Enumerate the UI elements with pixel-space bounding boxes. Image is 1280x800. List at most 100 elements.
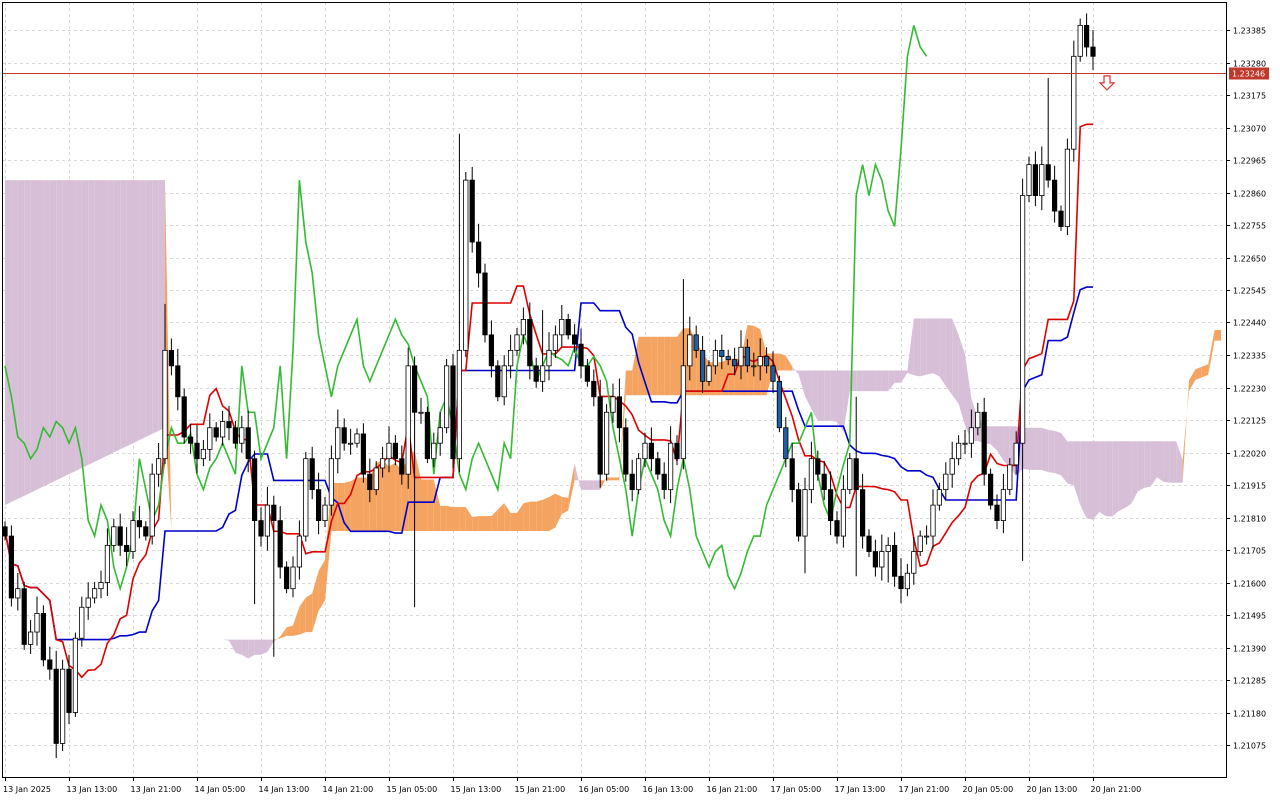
candle[interactable]	[623, 418, 629, 482]
candle-body	[924, 535, 930, 538]
candle-body	[258, 520, 264, 537]
candle[interactable]	[847, 453, 853, 495]
candle-body	[687, 334, 693, 367]
candle-body	[98, 582, 104, 590]
candle-body	[322, 504, 328, 521]
candle-body	[616, 396, 623, 429]
candle-body	[527, 319, 533, 367]
candle[interactable]	[776, 375, 783, 433]
candle-body	[911, 551, 917, 574]
candle-body	[181, 396, 187, 438]
x-tick-label: 15 Jan 13:00	[451, 785, 502, 794]
kumo-bear-segment	[926, 318, 933, 375]
kumo-bear-segment	[593, 480, 601, 490]
candle-body	[1032, 164, 1038, 196]
candle-body	[277, 520, 283, 568]
candle[interactable]	[469, 166, 475, 253]
candle-body	[79, 606, 85, 639]
candle[interactable]	[463, 172, 469, 357]
candle-body	[981, 411, 987, 475]
candle-body	[2, 526, 8, 537]
kumo-bear-segment	[837, 370, 844, 432]
candle-body	[15, 588, 21, 599]
candle[interactable]	[1071, 40, 1077, 162]
candle[interactable]	[988, 468, 994, 510]
candle-body	[149, 473, 155, 537]
kumo-bear-segment	[581, 480, 588, 490]
candle[interactable]	[21, 581, 27, 650]
x-tick-label: 17 Jan 21:00	[899, 785, 950, 794]
candle-body	[680, 365, 687, 460]
candle[interactable]	[181, 388, 187, 444]
candle-body	[283, 566, 290, 590]
candle-body	[962, 442, 968, 445]
y-tick-label: 1.21705	[1233, 547, 1266, 556]
candle[interactable]	[424, 406, 431, 464]
candle-body	[988, 473, 994, 506]
candle[interactable]	[60, 659, 66, 751]
candle-body	[207, 427, 213, 450]
kumo-bear-segment	[824, 370, 831, 421]
candle[interactable]	[1077, 18, 1083, 62]
candle-body	[124, 544, 130, 552]
candle-body	[879, 551, 885, 568]
candle-body	[136, 520, 142, 528]
y-tick-label: 1.22020	[1233, 450, 1266, 459]
candle-body	[565, 319, 571, 336]
kumo-bear-segment	[1157, 441, 1164, 482]
kumo-bull-segment	[427, 479, 434, 531]
candle-body	[834, 520, 840, 537]
kumo-bear-segment	[1035, 427, 1042, 471]
candle-body	[72, 637, 78, 713]
candle[interactable]	[405, 347, 411, 489]
candle[interactable]	[40, 605, 47, 667]
candle[interactable]	[495, 360, 501, 402]
candle[interactable]	[636, 453, 642, 495]
candle-body	[776, 380, 783, 429]
candle-body	[514, 334, 520, 351]
candle-body	[495, 365, 501, 398]
candle-body	[533, 365, 539, 382]
candle-body	[629, 473, 635, 491]
candle-body	[399, 458, 405, 475]
kumo-bull-segment	[472, 516, 479, 531]
kumo-bull-segment	[613, 477, 620, 481]
candle-body	[751, 365, 757, 368]
candle-body	[60, 668, 66, 744]
candle[interactable]	[604, 404, 610, 481]
candle-body	[1052, 179, 1058, 212]
candle[interactable]	[149, 463, 155, 545]
candle-body	[392, 442, 399, 460]
kumo-bull-segment	[625, 370, 633, 396]
candle-body	[591, 380, 597, 398]
kumo-bear-segment	[1112, 441, 1119, 517]
candle[interactable]	[443, 358, 450, 434]
candle[interactable]	[450, 353, 456, 469]
candle-body	[251, 458, 258, 521]
price-chart[interactable]: 1.23246 1.23385 1.23280 1.23175 1.23070 1.22…	[0, 0, 1280, 800]
kumo-bear-segment	[1137, 441, 1145, 492]
kumo-bear-segment	[1086, 441, 1093, 520]
candle[interactable]	[303, 451, 309, 542]
candle[interactable]	[482, 263, 488, 343]
kumo-bull-segment	[606, 477, 613, 481]
kumo-bull-segment	[382, 459, 389, 531]
candle[interactable]	[796, 482, 802, 542]
candle-body	[290, 566, 296, 590]
y-tick-label: 1.22545	[1233, 287, 1266, 296]
candle[interactable]	[72, 632, 78, 717]
candle-body	[40, 613, 47, 661]
candle-body	[546, 349, 552, 367]
y-tick-label: 1.21390	[1233, 645, 1266, 654]
candle-body	[482, 272, 488, 336]
candle[interactable]	[1064, 138, 1070, 236]
kumo-bull-segment	[529, 501, 537, 531]
kumo-bear-segment	[913, 318, 921, 377]
x-tick-label: 20 Jan 05:00	[963, 785, 1014, 794]
candle[interactable]	[8, 525, 14, 607]
candle-body	[8, 535, 14, 599]
kumo-bear-segment	[1099, 441, 1106, 517]
kumo-bull-segment	[453, 507, 460, 531]
candle-body	[347, 442, 354, 445]
kumo-bear-segment	[235, 639, 242, 655]
